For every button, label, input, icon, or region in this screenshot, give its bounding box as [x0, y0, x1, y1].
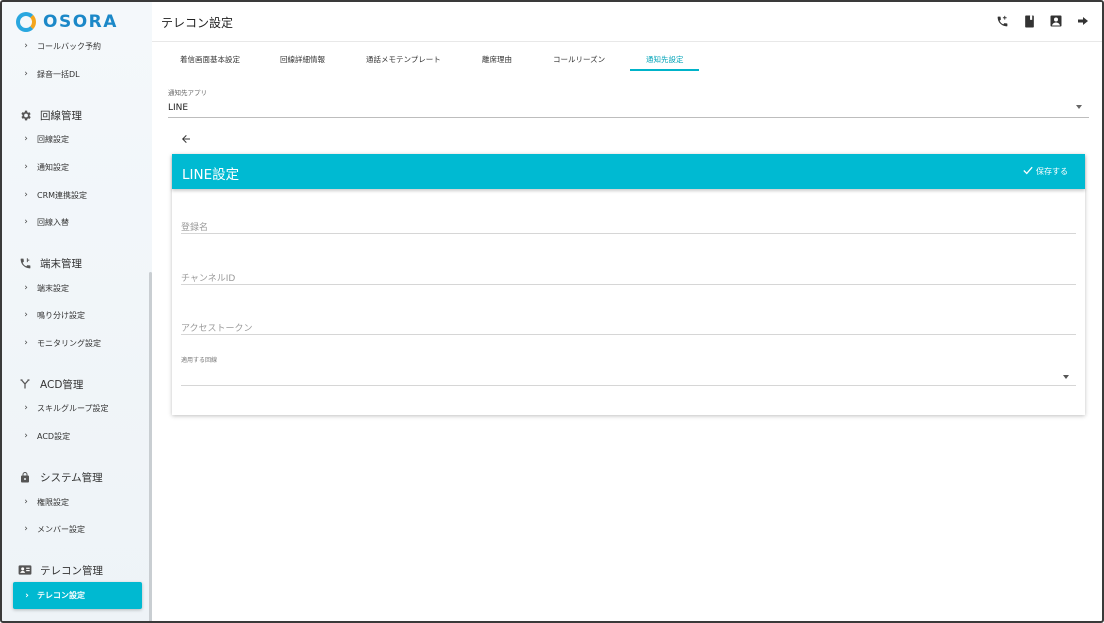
sidebar-section-title: システム管理 — [40, 471, 103, 484]
back-arrow-icon[interactable] — [178, 131, 194, 147]
sidebar-section-line-management: 回線管理 — [18, 105, 82, 125]
sidebar-item-monitoring-settings[interactable]: › モニタリング設定 — [20, 334, 101, 352]
channel-id-field[interactable]: チャンネルID — [181, 267, 1076, 285]
check-icon — [1023, 165, 1033, 178]
sidebar-section-system-management: システム管理 — [18, 467, 103, 487]
page-title: テレコン設定 — [161, 16, 234, 30]
sidebar-section-device-management: 端末管理 — [18, 253, 82, 273]
sidebar-item-permission-settings[interactable]: › 権限設定 — [20, 493, 69, 511]
chevron-right-icon: › — [24, 524, 28, 534]
active-tab-indicator — [630, 69, 699, 71]
sidebar-section-telecon-management: テレコン管理 — [18, 560, 103, 580]
sidebar-item-callback-reservation[interactable]: › コールバック予約 — [20, 37, 101, 55]
chevron-right-icon: › — [24, 310, 28, 320]
sidebar-item-label: CRM連携設定 — [37, 190, 88, 200]
logout-icon[interactable] — [1076, 13, 1090, 29]
contact-card-icon — [18, 563, 32, 577]
notify-app-label: 通知先アプリ — [168, 89, 207, 97]
sidebar-section-acd-management: ACD管理 — [18, 374, 83, 394]
chevron-right-icon: › — [24, 134, 28, 144]
sidebar-item-label: コールバック予約 — [37, 41, 101, 51]
sidebar-section-title: ACD管理 — [40, 378, 84, 391]
sidebar-item-notification-settings[interactable]: › 通知設定 — [20, 158, 69, 176]
sidebar-item-label: 通知設定 — [37, 162, 69, 172]
sidebar-item-member-settings[interactable]: › メンバー設定 — [20, 520, 85, 538]
sidebar-item-label: 端末設定 — [37, 283, 69, 293]
chevron-right-icon: › — [24, 403, 28, 413]
sidebar-item-label: 回線入替 — [37, 217, 69, 227]
phone-forward-icon — [18, 256, 32, 270]
card-title: LINE設定 — [182, 167, 240, 183]
sidebar-item-recording-download[interactable]: › 録音一括DL — [20, 65, 80, 83]
sidebar-item-label: メンバー設定 — [37, 524, 85, 534]
sidebar-item-device-settings[interactable]: › 端末設定 — [20, 279, 69, 297]
chevron-right-icon: › — [24, 190, 28, 200]
sidebar-item-label: 録音一括DL — [37, 69, 80, 79]
header-bar: テレコン設定 — [152, 2, 1102, 42]
lock-icon — [18, 470, 32, 484]
logo[interactable]: OSORA — [16, 11, 118, 33]
chevron-right-icon: › — [24, 338, 28, 348]
sidebar-section-title: テレコン管理 — [40, 564, 103, 577]
notify-app-select[interactable]: LINE — [168, 100, 1089, 118]
sidebar-item-label: モニタリング設定 — [37, 338, 101, 348]
logo-text: OSORA — [43, 12, 118, 32]
sidebar-item-acd-settings[interactable]: › ACD設定 — [20, 427, 70, 445]
logo-mark-icon — [16, 12, 36, 32]
tab-away-reason[interactable]: 離席理由 — [482, 54, 512, 65]
dropdown-caret-icon — [1063, 375, 1069, 379]
tab-notification-destination[interactable]: 通知先設定 — [646, 54, 684, 65]
registration-name-field[interactable]: 登録名 — [181, 216, 1076, 234]
dropdown-caret-icon — [1076, 105, 1082, 109]
line-settings-card: LINE設定 保存する 登録名 チャンネルID アクセストークン 適用する回線 — [172, 154, 1085, 415]
sidebar-item-ring-settings[interactable]: › 鳴り分け設定 — [20, 306, 85, 324]
chevron-right-icon: › — [25, 590, 29, 601]
sidebar-item-label: スキルグループ設定 — [37, 403, 109, 413]
sidebar-item-line-swap[interactable]: › 回線入替 — [20, 213, 69, 231]
chevron-right-icon: › — [24, 69, 28, 79]
chevron-right-icon: › — [24, 217, 28, 227]
access-token-field[interactable]: アクセストークン — [181, 317, 1076, 335]
sidebar-item-telecon-settings[interactable]: › テレコン設定 — [13, 582, 142, 609]
sidebar-item-line-settings[interactable]: › 回線設定 — [20, 130, 69, 148]
save-button-label: 保存する — [1036, 167, 1068, 176]
sidebar-item-label: 鳴り分け設定 — [37, 310, 85, 320]
applied-lines-label: 適用する回線 — [181, 357, 218, 364]
access-token-placeholder: アクセストークン — [181, 324, 253, 334]
tab-incoming-screen-basic[interactable]: 着信画面基本設定 — [180, 54, 240, 65]
registration-name-placeholder: 登録名 — [181, 223, 209, 233]
notify-app-value: LINE — [168, 103, 189, 113]
call-split-icon — [18, 377, 32, 391]
chevron-right-icon: › — [24, 431, 28, 441]
header-icons — [995, 13, 1090, 29]
chevron-right-icon: › — [24, 162, 28, 172]
tab-call-memo-template[interactable]: 通話メモテンプレート — [366, 54, 441, 65]
save-button[interactable]: 保存する — [1023, 165, 1068, 178]
sidebar-scrollbar[interactable] — [149, 272, 152, 621]
chevron-right-icon: › — [24, 283, 28, 293]
chevron-right-icon: › — [24, 41, 28, 51]
sidebar-item-label: 回線設定 — [37, 134, 69, 144]
sidebar-item-label: テレコン設定 — [37, 591, 85, 600]
phone-forward-icon[interactable] — [995, 13, 1009, 29]
tab-line-details[interactable]: 回線詳細情報 — [280, 54, 325, 65]
book-icon[interactable] — [1022, 13, 1036, 29]
sidebar: OSORA › コールバック予約 › 録音一括DL 回線管理 › 回線設定 › … — [2, 2, 152, 621]
channel-id-placeholder: チャンネルID — [181, 274, 236, 284]
sidebar-item-crm-settings[interactable]: › CRM連携設定 — [20, 186, 87, 204]
sidebar-section-title: 端末管理 — [40, 257, 82, 270]
sidebar-section-title: 回線管理 — [40, 109, 82, 122]
sidebar-item-label: ACD設定 — [37, 431, 71, 441]
sidebar-item-skill-group-settings[interactable]: › スキルグループ設定 — [20, 399, 109, 417]
sidebar-item-label: 権限設定 — [37, 497, 69, 507]
account-box-icon[interactable] — [1049, 13, 1063, 29]
applied-lines-select[interactable]: 適用する回線 — [181, 355, 1076, 386]
chevron-right-icon: › — [24, 497, 28, 507]
tab-call-reason[interactable]: コールリーズン — [553, 54, 605, 65]
app-window: OSORA › コールバック予約 › 録音一括DL 回線管理 › 回線設定 › … — [0, 0, 1104, 623]
settings-tabs: 着信画面基本設定 回線詳細情報 通話メモテンプレート 離席理由 コールリーズン … — [152, 50, 1102, 72]
card-header: LINE設定 保存する — [172, 154, 1085, 189]
gear-icon — [18, 108, 32, 122]
